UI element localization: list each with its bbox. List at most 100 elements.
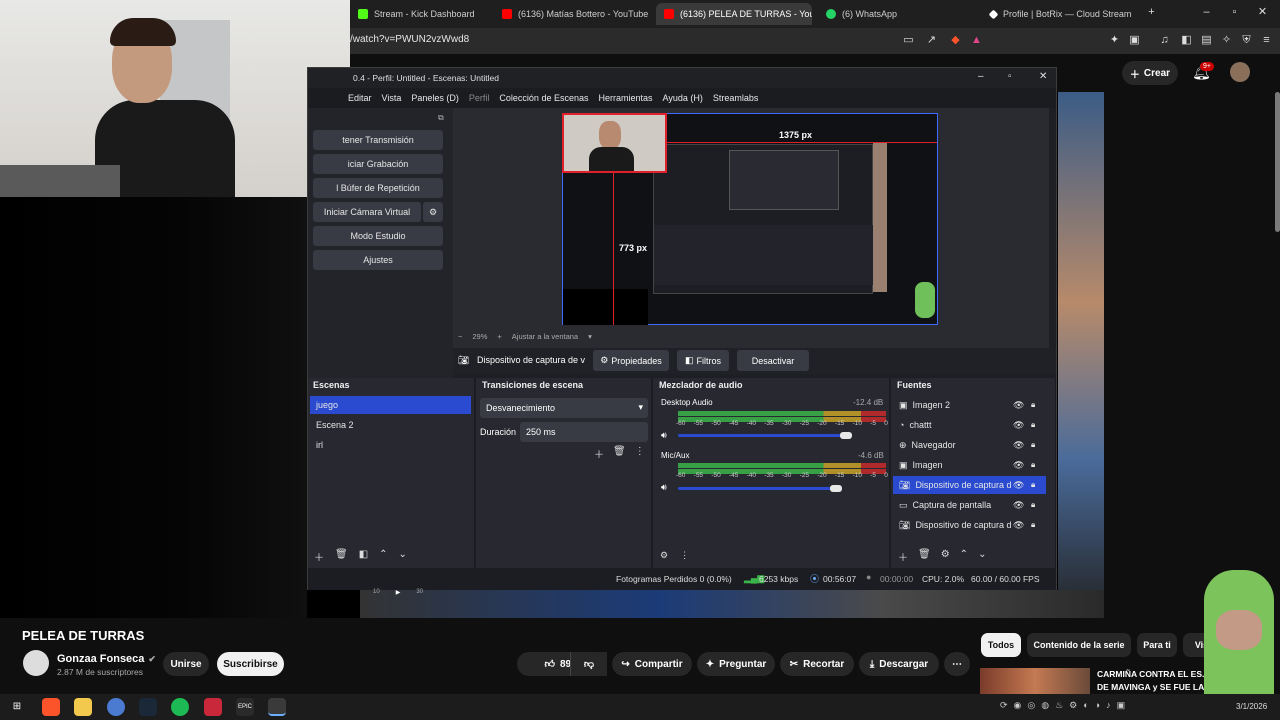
subscribe-button[interactable]: Suscribirse xyxy=(217,652,284,676)
visibility-eye-icon[interactable]: 👁︎ xyxy=(1013,440,1024,451)
visibility-eye-icon[interactable]: 👁︎ xyxy=(1013,500,1024,511)
obs-taskbar-icon[interactable] xyxy=(268,698,286,716)
menu-coleccion[interactable]: Colección de Escenas xyxy=(499,93,588,103)
add-transition-icon[interactable]: ＋ xyxy=(594,446,604,461)
visibility-eye-icon[interactable]: 👁︎ xyxy=(1013,420,1024,431)
screen-icon[interactable]: ▭ xyxy=(902,34,915,47)
steam-icon[interactable] xyxy=(139,698,157,716)
brave-shield-icon[interactable]: ◆ xyxy=(949,34,962,47)
lock-icon[interactable]: 🔒︎ xyxy=(1031,420,1035,430)
tab-youtube-active[interactable]: (6136) PELEA DE TURRAS - YouTu✕ xyxy=(656,3,812,25)
menu-icon[interactable]: ≡ xyxy=(1260,34,1273,47)
brave-icon[interactable] xyxy=(42,698,60,716)
wallet-icon[interactable]: ▣ xyxy=(1128,34,1141,47)
join-button[interactable]: Unirse xyxy=(163,652,209,676)
url-text[interactable]: /watch?v=PWUN2vzWwd8 xyxy=(350,34,469,45)
mic-volume-slider[interactable] xyxy=(678,487,836,490)
clip-button[interactable]: ✂ Recortar xyxy=(780,652,854,676)
selected-webcam-source[interactable] xyxy=(562,113,667,173)
menu-streamlabs[interactable]: Streamlabs xyxy=(713,93,759,103)
chip-serie[interactable]: Contenido de la serie xyxy=(1027,633,1131,657)
menu-ayuda[interactable]: Ayuda (H) xyxy=(663,93,703,103)
remove-scene-icon[interactable]: 🗑︎ xyxy=(335,549,348,564)
lock-icon[interactable]: 🔒︎ xyxy=(1031,520,1035,530)
visibility-eye-icon[interactable]: 👁︎ xyxy=(1013,520,1024,531)
replay-buffer-button[interactable]: l Búfer de Repetición xyxy=(313,178,443,198)
recommendation-title-1[interactable]: CARMIÑA CONTRA EL ES... xyxy=(1097,669,1209,679)
close-window-icon[interactable]: ✕ xyxy=(1256,6,1269,19)
scene-item-irl[interactable]: irl xyxy=(310,436,471,454)
obs-maximize-icon[interactable]: ▫ xyxy=(1008,71,1012,82)
tab-kick[interactable]: Stream - Kick Dashboard xyxy=(350,3,490,25)
chrome-icon[interactable] xyxy=(107,698,125,716)
new-tab-icon[interactable]: + xyxy=(1145,6,1158,19)
source-item[interactable]: 📷︎ Dispositivo de captura d 👁︎ 🔒︎ xyxy=(893,516,1046,534)
remove-source-icon[interactable]: 🗑︎ xyxy=(918,549,931,564)
file-explorer-icon[interactable] xyxy=(74,698,92,716)
chip-todos[interactable]: Todos xyxy=(981,633,1021,657)
source-item[interactable]: ▣ Imagen 2 👁︎ 🔒︎ xyxy=(893,396,1046,414)
mixer-settings-icon[interactable]: ⚙ xyxy=(660,550,668,561)
virtual-camera-settings-icon[interactable]: ⚙ xyxy=(423,202,443,222)
desktop-volume-icon[interactable]: 🔊︎ xyxy=(661,430,667,441)
scene-item-escena-2[interactable]: Escena 2 xyxy=(310,416,471,434)
visibility-eye-icon[interactable]: 👁︎ xyxy=(1013,480,1024,491)
move-up-icon[interactable]: ⌃ xyxy=(379,549,387,564)
menu-perfil[interactable]: Perfil xyxy=(469,93,490,103)
lock-icon[interactable]: 🔒︎ xyxy=(1031,460,1035,470)
tab-whatsapp[interactable]: (6) WhatsApp xyxy=(818,3,974,25)
lock-icon[interactable]: 🔒︎ xyxy=(1031,400,1035,410)
system-tray-icons[interactable]: ⟳◉◎◍♨⚙◐◑♪▣ xyxy=(1000,700,1131,711)
page-scrollbar[interactable] xyxy=(1275,92,1280,232)
transition-select[interactable]: Desvanecimiento ▾ xyxy=(480,398,648,418)
tab-botrix[interactable]: Profile | BotRix — Cloud Streaming ... xyxy=(982,3,1132,25)
filters-button[interactable]: ◧ Filtros xyxy=(677,350,729,371)
source-up-icon[interactable]: ⌃ xyxy=(960,549,968,564)
mic-volume-icon[interactable]: 🔊︎ xyxy=(661,482,667,493)
virtual-camera-button[interactable]: Iniciar Cámara Virtual xyxy=(313,202,421,222)
dislike-button[interactable]: 👎︎ xyxy=(570,652,607,676)
zoom-out-icon[interactable]: − xyxy=(458,332,462,341)
recommendation-thumbnail[interactable] xyxy=(980,668,1090,694)
fit-dropdown-icon[interactable]: ▾ xyxy=(588,332,592,341)
source-item[interactable]: 📷︎ Dispositivo de captura d 👁︎ 🔒︎ xyxy=(893,476,1046,494)
zoom-in-icon[interactable]: + xyxy=(497,332,501,341)
avatar[interactable] xyxy=(1230,62,1250,82)
menu-editar[interactable]: Editar xyxy=(348,93,372,103)
fit-window-label[interactable]: Ajustar a la ventana xyxy=(512,332,578,341)
deactivate-button[interactable]: Desactivar xyxy=(737,350,809,371)
sidebar-icon[interactable]: ◧ xyxy=(1180,34,1193,47)
source-item[interactable]: ◔ chattt 👁︎ 🔒︎ xyxy=(893,416,1046,434)
studio-mode-button[interactable]: Modo Estudio xyxy=(313,226,443,246)
source-item[interactable]: ⊕ Navegador 👁︎ 🔒︎ xyxy=(893,436,1046,454)
lock-icon[interactable]: 🔒︎ xyxy=(1031,440,1035,450)
menu-vista[interactable]: Vista xyxy=(382,93,402,103)
chip-para-ti[interactable]: Para ti xyxy=(1137,633,1177,657)
maximize-icon[interactable]: ▫ xyxy=(1228,6,1241,19)
stream-button[interactable]: tener Transmisión xyxy=(313,130,443,150)
move-down-icon[interactable]: ⌄ xyxy=(399,549,407,564)
source-item[interactable]: ▭ Captura de pantalla 👁︎ 🔒︎ xyxy=(893,496,1046,514)
more-actions-button[interactable]: ⋯ xyxy=(944,652,970,676)
settings-button[interactable]: Ajustes xyxy=(313,250,443,270)
scene-item-juego[interactable]: juego xyxy=(310,396,471,414)
dock-float-icon[interactable]: ⧉ xyxy=(438,113,444,123)
source-down-icon[interactable]: ⌄ xyxy=(978,549,986,564)
scene-filters-icon[interactable]: ◧ xyxy=(359,549,368,564)
windows-start-icon[interactable]: ⊞ xyxy=(8,698,26,716)
properties-button[interactable]: ⚙ Propiedades xyxy=(593,350,669,371)
channel-name[interactable]: Gonzaa Fonseca xyxy=(57,653,144,665)
add-scene-icon[interactable]: ＋ xyxy=(314,549,324,564)
desktop-volume-knob[interactable] xyxy=(840,432,852,439)
share-button[interactable]: ↪ Compartir xyxy=(612,652,692,676)
visibility-eye-icon[interactable]: 👁︎ xyxy=(1013,460,1024,471)
lock-icon[interactable]: 🔒︎ xyxy=(1031,480,1035,490)
ask-button[interactable]: ✦ Preguntar xyxy=(697,652,775,676)
ai-icon[interactable]: ✧ xyxy=(1220,34,1233,47)
download-button[interactable]: ⤓ Descargar xyxy=(859,652,939,676)
recommendation-title-2[interactable]: DE MAVINGA y SE FUE LA ... xyxy=(1097,682,1213,692)
extensions-icon[interactable]: ✦ xyxy=(1108,34,1121,47)
vpn-icon[interactable]: ⛨ xyxy=(1240,34,1253,47)
visibility-eye-icon[interactable]: 👁︎ xyxy=(1013,400,1024,411)
preview-canvas[interactable]: 1375 px 773 px xyxy=(453,108,1049,348)
